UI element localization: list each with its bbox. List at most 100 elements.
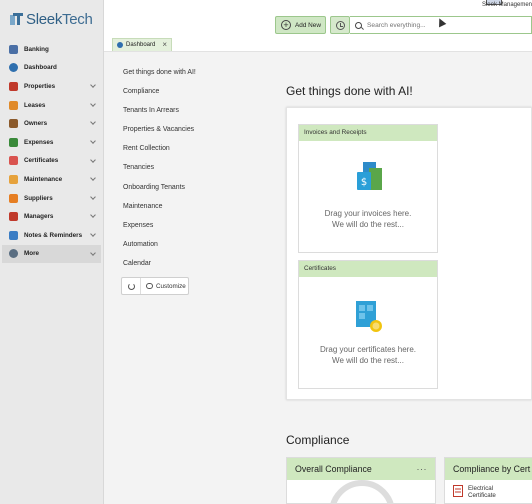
- chevron-down-icon[interactable]: [90, 138, 96, 144]
- compliance-by-cert-card: Compliance by Cert Electrical Certificat…: [444, 457, 532, 504]
- properties-icon: [9, 81, 18, 91]
- certificates-drop-card[interactable]: Certificates Drag your certificates here…: [298, 260, 438, 389]
- tab-label: Dashboard: [126, 42, 156, 48]
- quick-link[interactable]: Get things done with AI!: [123, 68, 196, 87]
- chevron-down-icon[interactable]: [90, 156, 96, 163]
- sidebar-item-dashboard[interactable]: Dashboard: [2, 59, 101, 78]
- certificate-drop-line1: Drag your certificates here.: [319, 345, 417, 354]
- tab-strip: Dashboard ×: [104, 36, 532, 52]
- gear-icon: [9, 249, 18, 259]
- window-title: Sleek Managemen: [481, 2, 532, 8]
- sidebar-item-banking[interactable]: Banking: [2, 40, 101, 59]
- sidebar-item-label: Owners: [24, 120, 48, 128]
- logo-text: SleekTech: [26, 10, 93, 28]
- overall-compliance-card: Overall Compliance ···: [286, 457, 436, 504]
- sidebar-item-owners[interactable]: Owners: [2, 114, 101, 133]
- tab-dashboard[interactable]: Dashboard ×: [112, 38, 172, 51]
- sidebar-item-label: Notes & Reminders: [24, 231, 83, 239]
- chevron-down-icon[interactable]: [90, 119, 96, 126]
- quick-link[interactable]: Calendar: [123, 259, 196, 278]
- history-icon: [335, 20, 345, 30]
- quick-link[interactable]: Maintenance: [123, 202, 196, 221]
- add-new-label: Add New: [295, 21, 321, 29]
- quick-link[interactable]: Rent Collection: [123, 144, 196, 163]
- quick-link[interactable]: Properties & Vacancies: [123, 125, 196, 144]
- sidebar-item-label: Managers: [24, 213, 54, 221]
- logo-mark-icon: [10, 13, 24, 25]
- certificates-icon: [9, 156, 18, 166]
- sidebar-item-notes-reminders[interactable]: Notes & Reminders: [2, 226, 101, 245]
- electrical-cert-row: Electrical Certificate: [445, 480, 532, 499]
- sidebar-item-expenses[interactable]: Expenses: [2, 133, 101, 152]
- sidebar-item-properties[interactable]: Properties: [2, 77, 101, 96]
- card-header: Invoices and Receipts: [299, 125, 437, 141]
- sidebar-item-managers[interactable]: Managers: [2, 207, 101, 226]
- customize-button[interactable]: Customize: [141, 283, 186, 290]
- main-content: Get things done with AI! Compliance Tenant…: [104, 52, 532, 504]
- card-header: Certificates: [299, 261, 437, 277]
- quick-link[interactable]: Expenses: [123, 221, 196, 240]
- sidebar-item-certificates[interactable]: Certificates: [2, 152, 101, 171]
- sidebar-item-more[interactable]: More: [2, 244, 101, 264]
- certificate-document-icon: [356, 301, 382, 332]
- refresh-icon: [127, 282, 135, 290]
- quick-link[interactable]: Compliance: [123, 87, 196, 106]
- quick-links: Get things done with AI! Compliance Tenant…: [123, 68, 196, 278]
- svg-text:$: $: [361, 177, 367, 188]
- ai-panel: Invoices and Receipts $ Drag your invoic…: [286, 107, 532, 400]
- sidebar-nav: Banking Dashboard Properties Leases Owners Ex…: [2, 40, 101, 264]
- sidebar-item-label: Suppliers: [24, 194, 53, 202]
- expenses-icon: [9, 137, 18, 147]
- dashboard-icon: [9, 63, 18, 73]
- chevron-down-icon[interactable]: [90, 231, 96, 237]
- app-logo[interactable]: SleekTech: [10, 10, 93, 28]
- plus-icon: +: [281, 20, 291, 30]
- sidebar: SleekTech Banking Dashboard Properties Leas…: [0, 0, 104, 504]
- overall-compliance-header: Overall Compliance ···: [287, 458, 435, 480]
- customize-icon: [146, 283, 153, 289]
- owners-icon: [9, 119, 18, 129]
- sidebar-item-label: Maintenance: [24, 175, 63, 183]
- chevron-down-icon[interactable]: [90, 82, 96, 89]
- suppliers-icon: [9, 193, 18, 203]
- notes-icon: [9, 230, 18, 240]
- more-options-icon[interactable]: ···: [417, 458, 428, 480]
- quick-link[interactable]: Automation: [123, 240, 196, 259]
- quick-link[interactable]: Tenancies: [123, 163, 196, 182]
- history-button[interactable]: [330, 16, 350, 34]
- sidebar-item-label: Properties: [24, 82, 56, 90]
- sidebar-item-label: More: [24, 250, 40, 258]
- leases-icon: [9, 100, 18, 110]
- quick-link[interactable]: Onboarding Tenants: [123, 183, 196, 202]
- compliance-by-cert-header: Compliance by Cert: [445, 458, 532, 480]
- sidebar-item-leases[interactable]: Leases: [2, 96, 101, 115]
- electrical-label-line1: Electrical: [468, 485, 494, 492]
- electrical-certificate-icon: [453, 485, 463, 497]
- invoices-drop-card[interactable]: Invoices and Receipts $ Drag your invoic…: [298, 124, 438, 253]
- add-new-button[interactable]: + Add New: [275, 16, 326, 34]
- maintenance-icon: [9, 174, 18, 184]
- sidebar-item-label: Banking: [24, 45, 49, 53]
- bank-icon: [9, 44, 18, 54]
- invoice-drop-line2: We will do the rest...: [332, 220, 404, 229]
- customize-label: Customize: [156, 282, 186, 290]
- chevron-down-icon[interactable]: [90, 193, 96, 200]
- sidebar-item-label: Certificates: [24, 157, 59, 165]
- chevron-down-icon[interactable]: [90, 100, 96, 107]
- chevron-down-icon[interactable]: [90, 212, 96, 219]
- chevron-down-icon[interactable]: [90, 175, 96, 181]
- compliance-section-title: Compliance: [286, 433, 350, 447]
- card-body: Drag your certificates here. We will do …: [299, 277, 437, 366]
- invoice-drop-line1: Drag your invoices here.: [324, 209, 412, 218]
- compliance-gauge: [330, 480, 394, 504]
- managers-icon: [9, 212, 18, 222]
- sidebar-item-suppliers[interactable]: Suppliers: [2, 189, 101, 208]
- ai-section-title: Get things done with AI!: [286, 84, 413, 98]
- close-tab-icon[interactable]: ×: [162, 40, 167, 49]
- quick-link[interactable]: Tenants In Arrears: [123, 106, 196, 125]
- sidebar-item-maintenance[interactable]: Maintenance: [2, 170, 101, 189]
- refresh-button[interactable]: [122, 278, 141, 294]
- dashboard-tab-icon: [117, 42, 123, 48]
- chevron-down-icon[interactable]: [90, 249, 96, 256]
- card-body: $ Drag your invoices here. We will do th…: [299, 141, 437, 230]
